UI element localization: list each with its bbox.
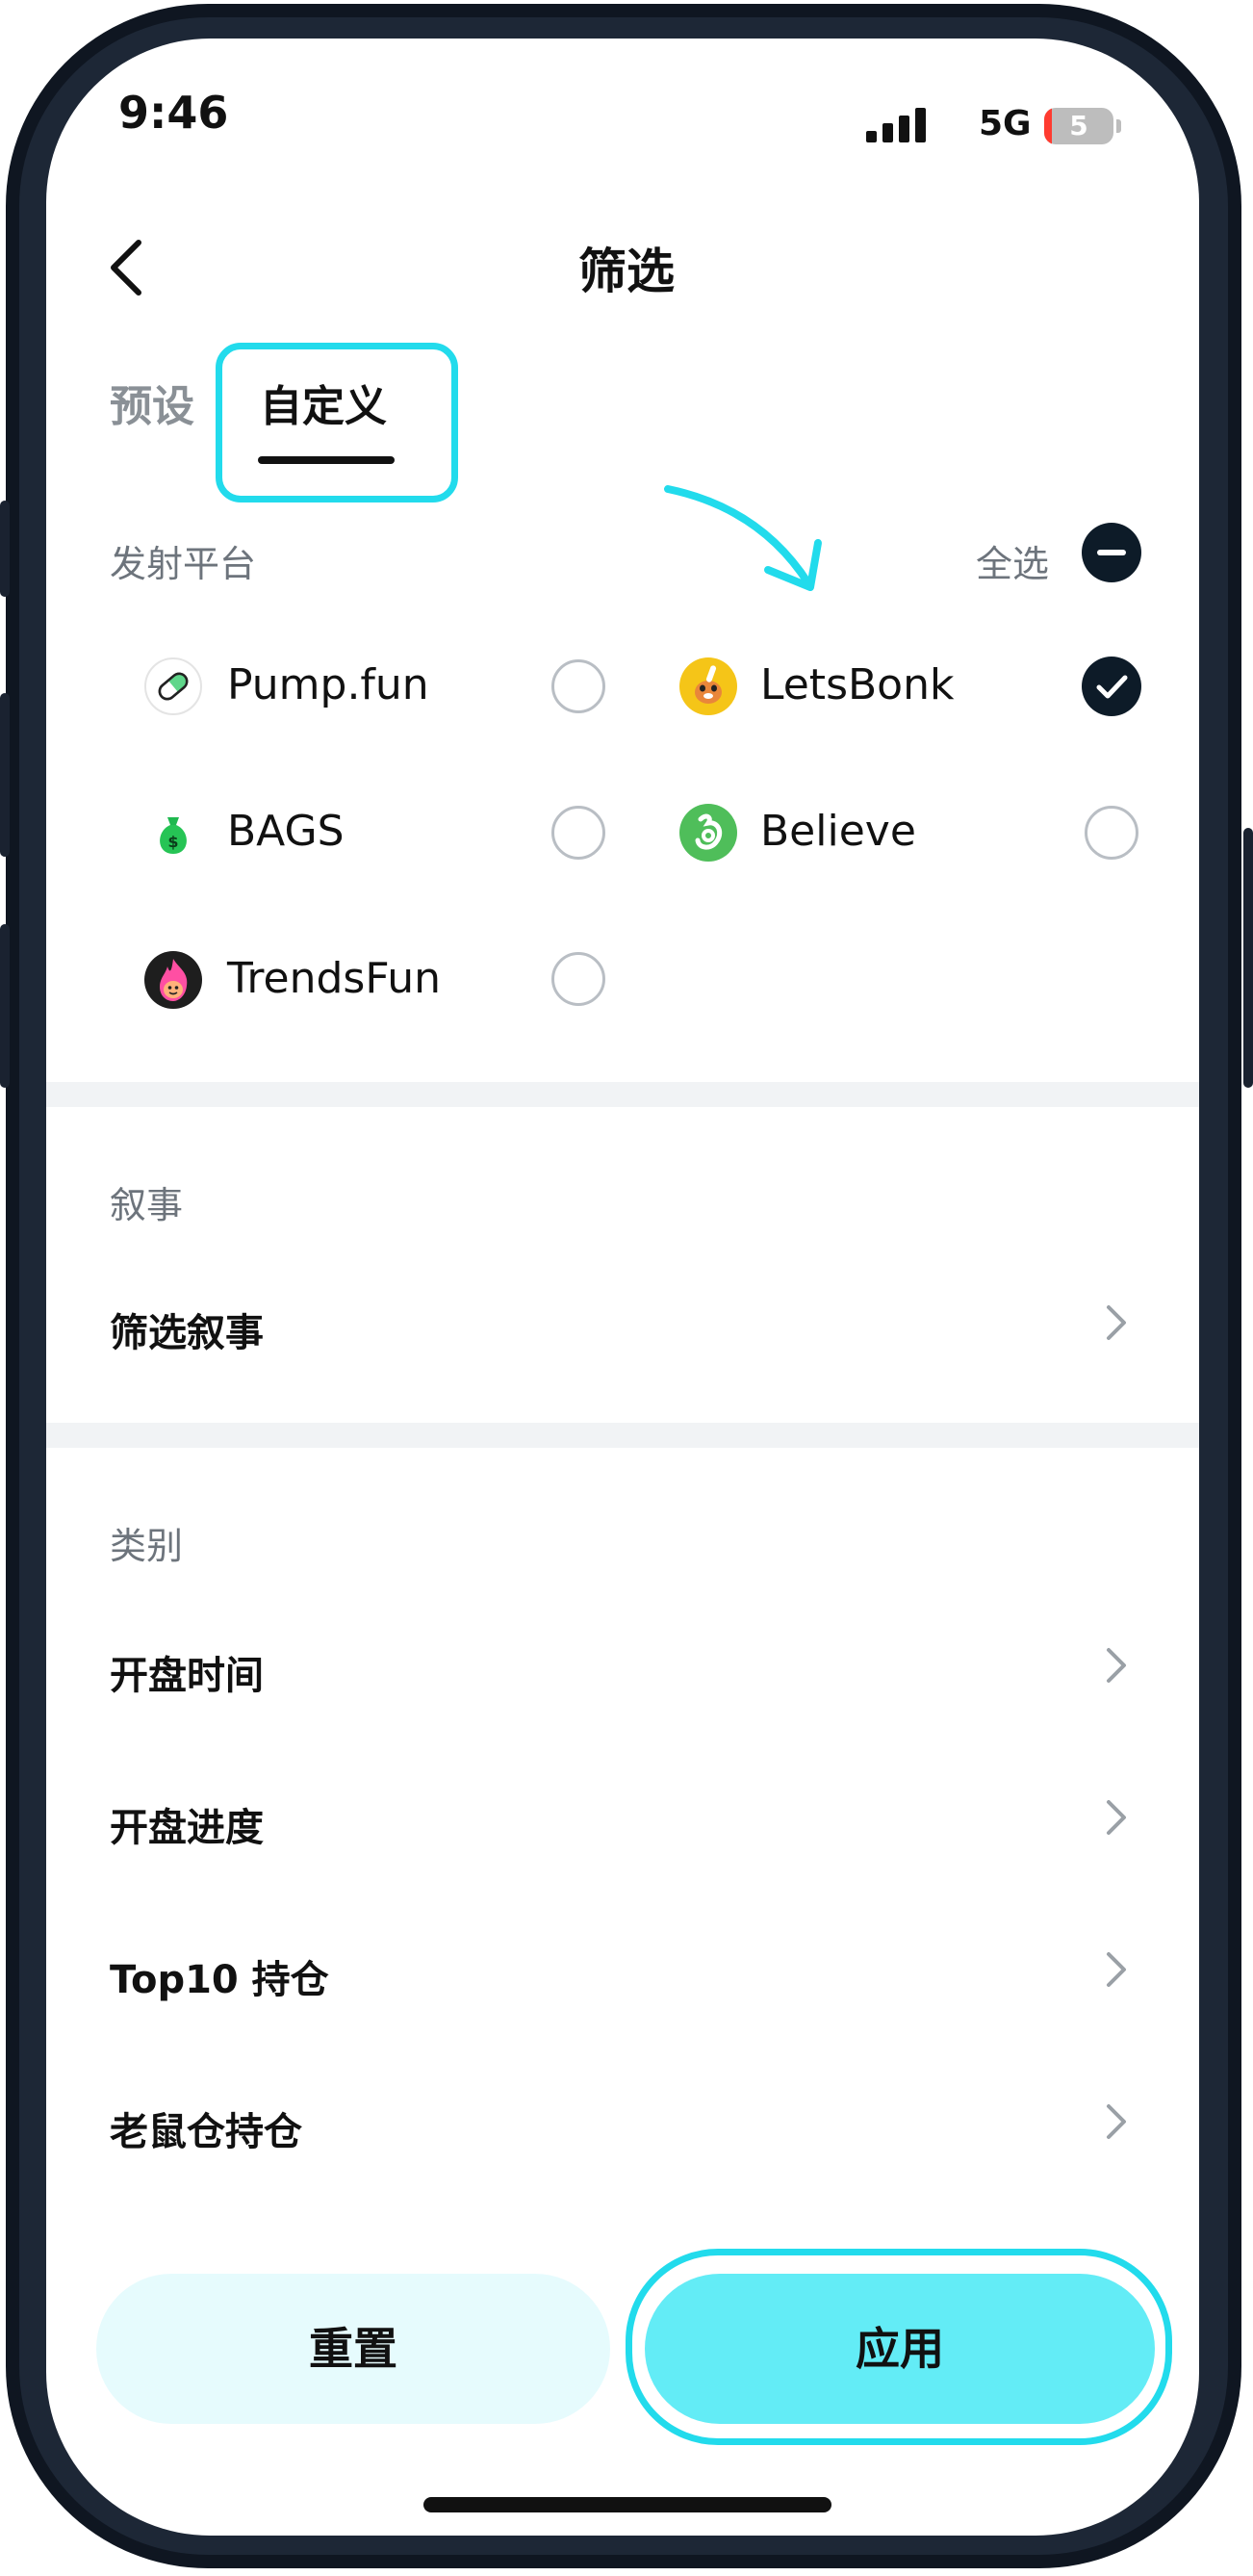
reset-button[interactable]: 重置 [96, 2274, 610, 2424]
action-button [0, 501, 10, 597]
select-all-toggle[interactable] [1082, 523, 1141, 582]
row-top10-holdings[interactable]: Top10 持仓 [46, 1918, 1199, 2023]
svg-text:$: $ [167, 833, 178, 851]
volume-up-button [0, 693, 10, 857]
chevron-right-icon [1107, 1648, 1126, 1683]
platform-name-pumpfun: Pump.fun [227, 660, 429, 709]
platform-radio-believe[interactable] [1085, 806, 1138, 860]
category-section-label: 类别 [110, 1525, 184, 1567]
tab-highlight-box [216, 343, 458, 502]
network-label: 5G [979, 104, 1032, 143]
select-all-label[interactable]: 全选 [976, 534, 1049, 587]
chevron-right-icon [1107, 1305, 1126, 1340]
row-label: Top10 持仓 [110, 1958, 329, 2002]
row-insider-holdings[interactable]: 老鼠仓持仓 [46, 2070, 1199, 2176]
platform-name-trendsfun: TrendsFun [227, 954, 442, 1003]
annotation-arrow-icon [664, 485, 822, 591]
status-time: 9:46 [118, 87, 229, 139]
chevron-right-icon [1107, 1800, 1126, 1835]
home-indicator [423, 2497, 831, 2512]
battery-level: 5 [1069, 110, 1088, 142]
row-open-progress[interactable]: 开盘进度 [46, 1765, 1199, 1871]
row-label: 老鼠仓持仓 [110, 2110, 302, 2154]
platform-section-label: 发射平台 [110, 543, 257, 585]
section-divider [46, 1423, 1199, 1448]
platform-name-letsbonk: LetsBonk [760, 660, 955, 709]
platform-radio-pumpfun[interactable] [551, 659, 605, 713]
money-bag-icon: $ [144, 804, 202, 862]
flame-icon [144, 951, 202, 1009]
page-title: 筛选 [578, 244, 675, 299]
chevron-right-icon [1107, 2104, 1126, 2139]
power-button [1243, 828, 1253, 1088]
pill-icon [144, 657, 202, 715]
row-label: 筛选叙事 [110, 1311, 264, 1355]
platform-name-bags: BAGS [227, 807, 345, 856]
platform-radio-trendsfun[interactable] [551, 952, 605, 1006]
row-filter-narrative[interactable]: 筛选叙事 [46, 1271, 1199, 1377]
battery-icon: 5 [1044, 108, 1113, 144]
platform-radio-letsbonk[interactable] [1082, 657, 1141, 716]
apply-highlight-box [626, 2249, 1172, 2445]
row-label: 开盘进度 [110, 1806, 264, 1850]
battery-tip [1116, 119, 1121, 133]
platform-name-believe: Believe [760, 807, 916, 856]
signal-icon [866, 108, 943, 142]
believe-icon [679, 804, 737, 862]
platform-radio-bags[interactable] [551, 806, 605, 860]
section-divider [46, 1082, 1199, 1107]
row-label: 开盘时间 [110, 1654, 264, 1698]
narrative-section-label: 叙事 [110, 1184, 184, 1226]
tab-preset[interactable]: 预设 [110, 372, 194, 433]
volume-down-button [0, 924, 10, 1088]
bonk-dog-icon [679, 657, 737, 715]
checkmark-icon [1096, 675, 1128, 699]
chevron-right-icon [1107, 1952, 1126, 1987]
row-open-time[interactable]: 开盘时间 [46, 1613, 1199, 1719]
